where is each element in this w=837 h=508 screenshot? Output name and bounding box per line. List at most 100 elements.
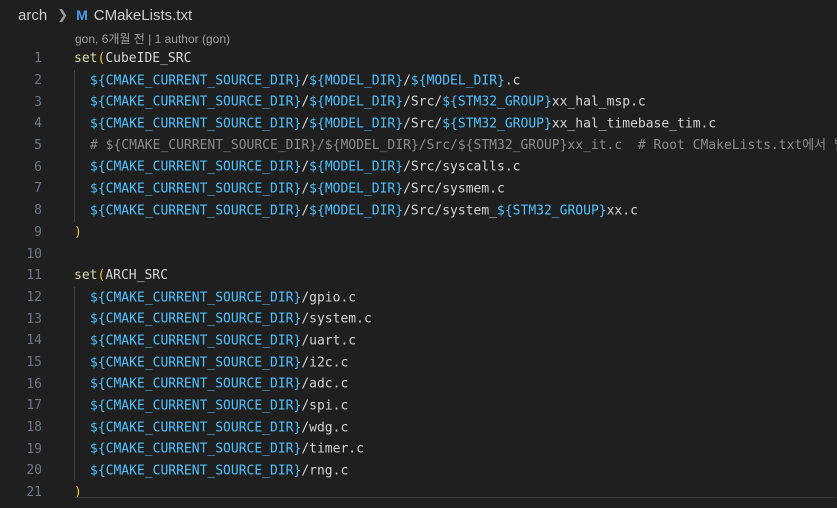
code-token: /Src/syscalls.c xyxy=(403,159,521,175)
code-line[interactable]: 5 # ${CMAKE_CURRENT_SOURCE_DIR}/${MODEL_D… xyxy=(0,135,837,157)
code-token: CMAKE_CURRENT_SOURCE_DIR xyxy=(105,311,294,327)
code-token: ${ xyxy=(442,116,458,132)
code-token: CMAKE_CURRENT_SOURCE_DIR xyxy=(105,398,294,414)
code-line[interactable]: 2 ${CMAKE_CURRENT_SOURCE_DIR}/${MODEL_DIR… xyxy=(0,69,837,92)
line-number: 14 xyxy=(26,333,42,349)
line-number: 18 xyxy=(26,420,42,436)
code-line[interactable]: 8 ${CMAKE_CURRENT_SOURCE_DIR}/${MODEL_DIR… xyxy=(0,199,837,222)
code-line[interactable]: 6 ${CMAKE_CURRENT_SOURCE_DIR}/${MODEL_DIR… xyxy=(0,156,837,179)
line-number: 7 xyxy=(34,181,42,197)
code-token: ${ xyxy=(90,203,106,219)
code-token: /timer.c xyxy=(301,441,364,457)
code-token: MODEL_DIR xyxy=(324,94,396,110)
code-token: xx_hal_timebase_tim.c xyxy=(551,116,717,132)
line-number: 8 xyxy=(34,203,42,219)
code-token: CMAKE_CURRENT_SOURCE_DIR xyxy=(105,376,294,392)
code-token: ${ xyxy=(90,333,106,349)
code-text: ${CMAKE_CURRENT_SOURCE_DIR}/system.c xyxy=(74,308,372,330)
code-line[interactable]: 1 set(CubeIDE_SRC xyxy=(0,48,837,70)
code-token: ARCH_SRC xyxy=(105,268,168,284)
line-number: 15 xyxy=(26,354,42,370)
code-token: ${ xyxy=(442,94,458,110)
breadcrumb-file[interactable]: CMakeLists.txt xyxy=(94,7,192,24)
code-line[interactable]: 3 ${CMAKE_CURRENT_SOURCE_DIR}/${MODEL_DIR… xyxy=(0,91,837,114)
indent-guide xyxy=(74,438,90,461)
code-line[interactable]: 13 ${CMAKE_CURRENT_SOURCE_DIR}/system.c xyxy=(0,308,837,330)
code-text: ) xyxy=(74,225,82,240)
code-token: STM32_GROUP xyxy=(457,116,544,132)
code-text: ${CMAKE_CURRENT_SOURCE_DIR}/spi.c xyxy=(74,395,348,417)
code-line[interactable]: 7 ${CMAKE_CURRENT_SOURCE_DIR}/${MODEL_DIR… xyxy=(0,178,837,200)
breadcrumb: arch ❯ M CMakeLists.txt xyxy=(0,0,837,30)
code-token: ${ xyxy=(497,203,513,219)
code-line[interactable]: 12 ${CMAKE_CURRENT_SOURCE_DIR}/gpio.c xyxy=(0,286,837,309)
code-token: /adc.c xyxy=(301,376,349,392)
code-text: ${CMAKE_CURRENT_SOURCE_DIR}/${MODEL_DIR}… xyxy=(74,91,646,114)
code-editor[interactable]: 1 set(CubeIDE_SRC 2 ${CMAKE_CURRENT_SOURCE_… xyxy=(0,48,837,503)
code-line[interactable]: 9) xyxy=(0,222,837,244)
code-token: /Src/ xyxy=(403,94,443,110)
code-line[interactable]: 11 set(ARCH_SRC xyxy=(0,265,837,287)
code-line[interactable]: 18 ${CMAKE_CURRENT_SOURCE_DIR}/wdg.c xyxy=(0,416,837,439)
code-text: ${CMAKE_CURRENT_SOURCE_DIR}/${MODEL_DIR}… xyxy=(74,199,638,222)
code-token: set xyxy=(74,268,98,284)
code-text: ${CMAKE_CURRENT_SOURCE_DIR}/${MODEL_DIR}… xyxy=(74,113,716,135)
code-line[interactable]: 19 ${CMAKE_CURRENT_SOURCE_DIR}/timer.c xyxy=(0,438,837,461)
code-token: /uart.c xyxy=(301,333,357,349)
indent-guide xyxy=(74,91,90,114)
code-token: ${ xyxy=(309,116,325,132)
indent-guide xyxy=(74,351,90,374)
code-token: xx_hal_msp.c xyxy=(551,94,646,110)
code-token: ${ xyxy=(410,73,427,89)
code-text: set(ARCH_SRC xyxy=(74,268,168,283)
code-token: /i2c.c xyxy=(301,354,349,370)
code-token: MODEL_DIR xyxy=(324,203,396,219)
git-blame-codelens[interactable]: gon, 6개월 전 | 1 author (gon) xyxy=(0,30,837,48)
code-token: CMAKE_CURRENT_SOURCE_DIR xyxy=(105,463,294,479)
code-token: CMAKE_CURRENT_SOURCE_DIR xyxy=(105,420,294,436)
code-token: ${ xyxy=(90,116,106,132)
indent-guide xyxy=(74,308,90,330)
code-line[interactable]: 15 ${CMAKE_CURRENT_SOURCE_DIR}/i2c.c xyxy=(0,351,837,374)
code-token: / xyxy=(301,73,310,89)
line-number: 12 xyxy=(26,289,42,305)
code-token: ${ xyxy=(309,181,325,197)
line-number: 20 xyxy=(26,463,42,479)
code-token: # ${CMAKE_CURRENT_SOURCE_DIR}/${MODEL_DI… xyxy=(90,138,837,154)
code-token: xx.c xyxy=(606,203,638,219)
line-number: 9 xyxy=(34,224,42,240)
next-line-hint xyxy=(75,497,835,508)
code-token: CMAKE_CURRENT_SOURCE_DIR xyxy=(105,94,294,110)
code-text: set(CubeIDE_SRC xyxy=(74,51,191,66)
code-token: } xyxy=(497,73,505,89)
line-number: 6 xyxy=(34,159,42,175)
code-text: ${CMAKE_CURRENT_SOURCE_DIR}/i2c.c xyxy=(74,351,349,374)
code-token: MODEL_DIR xyxy=(426,73,498,89)
line-number: 17 xyxy=(26,398,42,414)
code-line[interactable]: 14 ${CMAKE_CURRENT_SOURCE_DIR}/uart.c xyxy=(0,329,837,352)
line-number: 19 xyxy=(26,441,42,457)
code-token: ${ xyxy=(90,159,106,175)
code-line[interactable]: 16 ${CMAKE_CURRENT_SOURCE_DIR}/adc.c xyxy=(0,373,837,395)
code-line[interactable]: 4 ${CMAKE_CURRENT_SOURCE_DIR}/${MODEL_DIR… xyxy=(0,113,837,135)
code-token: ${ xyxy=(90,181,106,197)
code-line[interactable]: 20 ${CMAKE_CURRENT_SOURCE_DIR}/rng.c xyxy=(0,460,837,482)
code-token: / xyxy=(301,159,310,175)
code-token: / xyxy=(301,181,310,197)
code-text: ${CMAKE_CURRENT_SOURCE_DIR}/gpio.c xyxy=(74,286,356,309)
code-token: set xyxy=(74,51,98,67)
indent-guide xyxy=(74,135,90,157)
code-token: /wdg.c xyxy=(301,420,349,436)
code-line[interactable]: 10 xyxy=(0,243,837,265)
code-token: MODEL_DIR xyxy=(324,73,396,89)
code-token: STM32_GROUP xyxy=(512,203,599,219)
code-token: CMAKE_CURRENT_SOURCE_DIR xyxy=(105,73,294,89)
code-line[interactable]: 17 ${CMAKE_CURRENT_SOURCE_DIR}/spi.c xyxy=(0,395,837,417)
breadcrumb-folder[interactable]: arch xyxy=(18,7,47,24)
line-number: 13 xyxy=(26,311,42,327)
code-token: ${ xyxy=(90,463,106,479)
code-token: CMAKE_CURRENT_SOURCE_DIR xyxy=(105,181,294,197)
indent-guide xyxy=(74,373,90,395)
indent-guide xyxy=(74,156,90,179)
code-token: ${ xyxy=(309,94,325,110)
